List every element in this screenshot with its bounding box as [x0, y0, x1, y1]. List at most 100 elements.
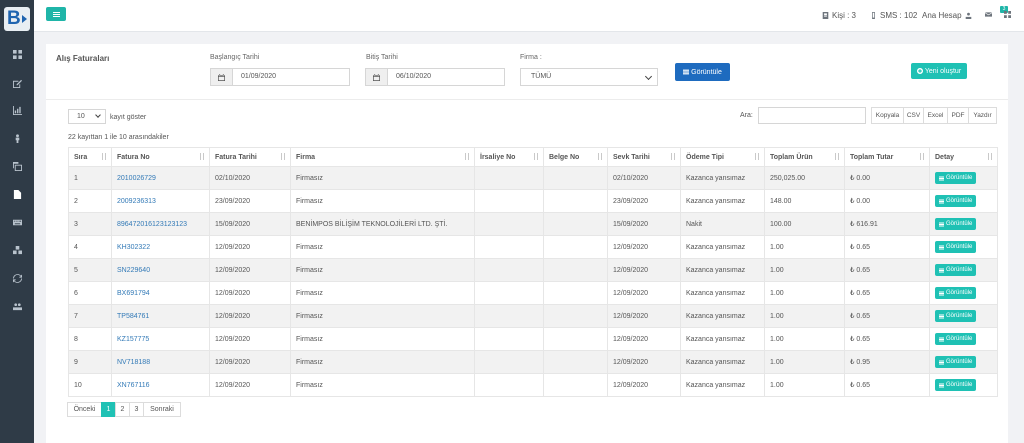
waybill-number	[474, 327, 544, 351]
detail-view-button[interactable]: Görüntüle	[935, 379, 977, 391]
shipment-date: 12/09/2020	[607, 258, 681, 282]
detail-view-button[interactable]: Görüntüle	[935, 172, 977, 184]
document-number	[543, 235, 608, 259]
list-icon	[939, 245, 944, 249]
firm-name: Firmasız	[290, 373, 475, 397]
csv-button[interactable]: CSV	[903, 107, 924, 124]
invoice-number[interactable]: NV718188	[111, 350, 210, 374]
detail-view-button[interactable]: Görüntüle	[935, 264, 977, 276]
new-invoice-button[interactable]: Yeni oluştur	[911, 63, 967, 79]
column-header[interactable]: Ödeme Tipi	[680, 147, 765, 167]
account-menu[interactable]: Ana Hesap	[922, 11, 972, 20]
detail-view-button[interactable]: Görüntüle	[935, 333, 977, 345]
detail-view-button[interactable]: Görüntüle	[935, 356, 977, 368]
excel-button[interactable]: Excel	[923, 107, 948, 124]
detail-view-button[interactable]: Görüntüle	[935, 287, 977, 299]
total-products: 1.00	[764, 281, 845, 305]
prev-page-button[interactable]: Önceki	[67, 402, 102, 417]
firm-name: Firmasız	[290, 189, 475, 213]
edit-icon[interactable]	[10, 77, 24, 89]
invoice-number[interactable]: TP584761	[111, 304, 210, 328]
page-button[interactable]: 2	[115, 402, 130, 417]
page-button[interactable]: 1	[101, 402, 116, 417]
cubes-icon[interactable]	[10, 244, 24, 256]
start-date-input[interactable]: 01/09/2020	[210, 68, 350, 86]
invoice-number[interactable]: 2010026729	[111, 166, 210, 190]
column-header[interactable]: Toplam Ürün	[764, 147, 845, 167]
keyboard-icon[interactable]	[10, 216, 24, 228]
total-products: 148.00	[764, 189, 845, 213]
column-header[interactable]: Fatura No	[111, 147, 210, 167]
invoice-icon[interactable]	[10, 188, 24, 200]
document-number	[543, 189, 608, 213]
table-row: 1 2010026729 02/10/2020 Firmasız 02/10/2020 K…	[68, 166, 998, 190]
envelope-icon	[985, 12, 992, 17]
detail-view-button[interactable]: Görüntüle	[935, 241, 977, 253]
column-header[interactable]: İrsaliye No	[474, 147, 544, 167]
page-length-select[interactable]: 10	[68, 109, 106, 124]
payment-type: Kazanca yansımaz	[680, 304, 765, 328]
users-icon[interactable]	[10, 300, 24, 312]
copy-icon[interactable]	[10, 160, 24, 172]
document-number	[543, 166, 608, 190]
column-header[interactable]: Detay	[929, 147, 998, 167]
user-icon[interactable]	[10, 132, 24, 144]
waybill-number	[474, 258, 544, 282]
total-amount: ₺ 0.65	[844, 304, 930, 328]
column-header[interactable]: Toplam Tutar	[844, 147, 930, 167]
dashboard-icon[interactable]	[10, 48, 24, 60]
invoice-number[interactable]: KZ157775	[111, 327, 210, 351]
search-label: Ara:	[740, 112, 753, 119]
firm-name: Firmasız	[290, 166, 475, 190]
apps-button[interactable]	[1004, 11, 1011, 18]
column-header[interactable]: Firma	[290, 147, 475, 167]
print-button[interactable]: Yazdır	[968, 107, 997, 124]
detail-view-button[interactable]: Görüntüle	[935, 218, 977, 230]
detail-view-button[interactable]: Görüntüle	[935, 310, 977, 322]
mail-button[interactable]	[985, 11, 992, 18]
page-button[interactable]: 3	[129, 402, 144, 417]
invoice-number[interactable]: 2009236313	[111, 189, 210, 213]
payment-type: Kazanca yansımaz	[680, 258, 765, 282]
column-header[interactable]: Sıra	[68, 147, 112, 167]
detail-cell: Görüntüle	[929, 166, 998, 190]
invoice-date: 12/09/2020	[209, 327, 291, 351]
calendar-icon	[211, 69, 233, 85]
waybill-number	[474, 189, 544, 213]
total-products: 1.00	[764, 350, 845, 374]
total-products: 1.00	[764, 304, 845, 328]
next-page-button[interactable]: Sonraki	[143, 402, 181, 417]
refresh-icon[interactable]	[10, 272, 24, 284]
hamburger-icon	[52, 11, 60, 17]
invoice-number[interactable]: XN767116	[111, 373, 210, 397]
detail-view-button[interactable]: Görüntüle	[935, 195, 977, 207]
total-amount: ₺ 0.65	[844, 373, 930, 397]
pdf-button[interactable]: PDF	[947, 107, 969, 124]
copy-button[interactable]: Kopyala	[871, 107, 904, 124]
total-products: 1.00	[764, 258, 845, 282]
list-icon	[939, 222, 944, 226]
waybill-number	[474, 166, 544, 190]
row-index: 7	[68, 304, 112, 328]
column-header[interactable]: Fatura Tarihi	[209, 147, 291, 167]
firm-select[interactable]: TÜMÜ	[520, 68, 658, 86]
document-number	[543, 212, 608, 236]
column-header[interactable]: Belge No	[543, 147, 608, 167]
end-date-input[interactable]: 06/10/2020	[365, 68, 505, 86]
column-header[interactable]: Sevk Tarihi	[607, 147, 681, 167]
invoice-number[interactable]: SN229640	[111, 258, 210, 282]
shipment-date: 23/09/2020	[607, 189, 681, 213]
menu-toggle-button[interactable]	[46, 7, 66, 21]
invoice-number[interactable]: BX691794	[111, 281, 210, 305]
detail-cell: Görüntüle	[929, 373, 998, 397]
invoice-number[interactable]: 896472016123123123	[111, 212, 210, 236]
invoice-date: 02/10/2020	[209, 166, 291, 190]
view-button[interactable]: Görüntüle	[675, 63, 730, 81]
invoice-number[interactable]: KH302322	[111, 235, 210, 259]
page-length-label: kayıt göster	[110, 114, 147, 121]
sort-icon	[919, 153, 925, 161]
search-input[interactable]	[758, 107, 866, 124]
row-index: 2	[68, 189, 112, 213]
app-logo[interactable]: B	[4, 7, 30, 31]
chart-icon[interactable]	[10, 104, 24, 116]
